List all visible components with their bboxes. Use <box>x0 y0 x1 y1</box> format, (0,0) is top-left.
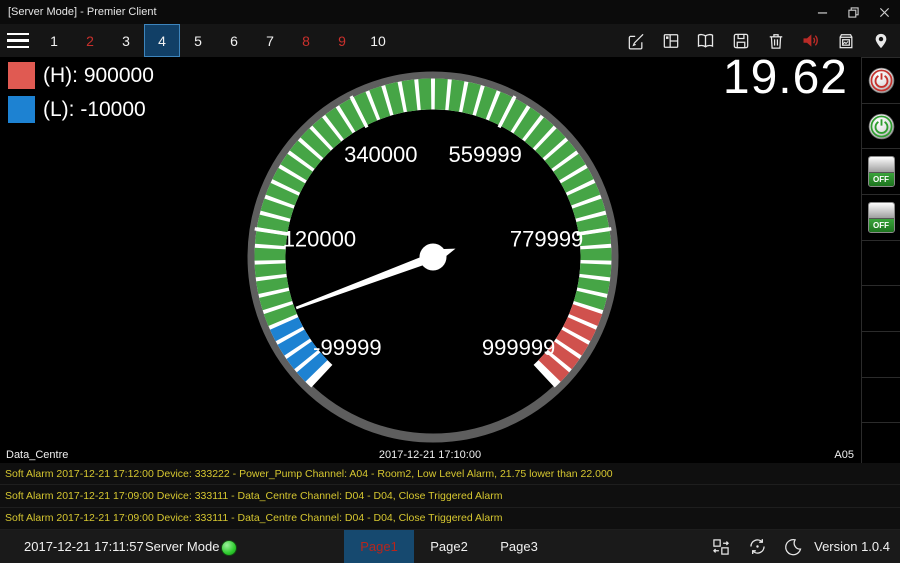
empty-cell <box>862 286 900 332</box>
svg-text:999999: 999999 <box>482 335 555 360</box>
window-title: [Server Mode] - Premier Client <box>0 6 157 18</box>
bottom-tab-page2[interactable]: Page2 <box>414 530 484 563</box>
bottom-tab-page3[interactable]: Page3 <box>484 530 554 563</box>
gauge-info-row: Data_Centre 2017-12-21 17:10:00 A05 <box>0 447 862 464</box>
clock: 2017-12-21 17:11:57 <box>24 530 144 563</box>
alarm-row[interactable]: Soft Alarm 2017-12-21 17:09:00 Device: 3… <box>0 508 900 530</box>
sync-button[interactable] <box>739 530 775 563</box>
page-tab-6[interactable]: 6 <box>216 24 252 57</box>
high-threshold-label: (H): 900000 <box>43 64 154 88</box>
control-side-panel: OFF OFF <box>861 57 900 469</box>
svg-text:120000: 120000 <box>283 227 356 252</box>
close-button[interactable] <box>869 0 900 24</box>
page-tab-1[interactable]: 1 <box>36 24 72 57</box>
svg-text:-99999: -99999 <box>313 335 382 360</box>
svg-text:779999: 779999 <box>510 227 583 252</box>
high-threshold-swatch <box>8 62 35 89</box>
channel-id: A05 <box>481 449 862 461</box>
location-pin-icon <box>871 31 891 51</box>
power-off-button[interactable] <box>867 66 896 95</box>
version-label: Version 1.0.4 <box>814 530 890 563</box>
high-threshold-row: (H): 900000 <box>8 62 154 89</box>
restore-button[interactable] <box>838 0 869 24</box>
page-tab-9[interactable]: 9 <box>324 24 360 57</box>
power-off-cell <box>862 58 900 104</box>
svg-text:559999: 559999 <box>448 142 521 167</box>
toggle-switch-2[interactable]: OFF <box>868 202 895 233</box>
empty-cell <box>862 332 900 378</box>
page-tab-8[interactable]: 8 <box>288 24 324 57</box>
swap-layout-icon <box>711 537 731 557</box>
empty-cell <box>862 241 900 287</box>
toggle-cell-2: OFF <box>862 195 900 241</box>
toggle-state-label: OFF <box>869 173 894 186</box>
alarm-list: Soft Alarm 2017-12-21 17:12:00 Device: 3… <box>0 463 900 530</box>
page-tab-10[interactable]: 10 <box>360 24 396 57</box>
page-tab-7[interactable]: 7 <box>252 24 288 57</box>
title-bar: [Server Mode] - Premier Client <box>0 0 900 24</box>
save-icon <box>731 31 751 51</box>
page-tab-4[interactable]: 4 <box>144 24 180 57</box>
toggle-switch-1[interactable]: OFF <box>868 156 895 187</box>
book-button[interactable] <box>688 24 723 57</box>
edit-button[interactable] <box>618 24 653 57</box>
server-mode-label: Server Mode <box>145 530 219 563</box>
toggle-cell-1: OFF <box>862 149 900 195</box>
menu-button[interactable] <box>0 24 36 57</box>
page-tab-2[interactable]: 2 <box>72 24 108 57</box>
toggle-knob <box>869 157 894 173</box>
night-mode-button[interactable] <box>775 530 811 563</box>
page-tab-5[interactable]: 5 <box>180 24 216 57</box>
power-on-cell <box>862 104 900 150</box>
trash-icon <box>766 31 786 51</box>
snapshot-icon <box>836 31 856 51</box>
alarm-row[interactable]: Soft Alarm 2017-12-21 17:12:00 Device: 3… <box>0 463 900 485</box>
threshold-legend: (H): 900000 (L): -10000 <box>8 62 154 130</box>
connection-status-dot <box>221 540 237 556</box>
power-on-button[interactable] <box>867 112 896 141</box>
location-button[interactable] <box>863 24 898 57</box>
empty-cell <box>862 378 900 424</box>
minimize-icon <box>817 7 828 18</box>
low-threshold-label: (L): -10000 <box>43 98 146 122</box>
page-switcher: Page1 Page2 Page3 <box>344 530 554 563</box>
gauge-timestamp: 2017-12-21 17:10:00 <box>379 449 481 461</box>
sync-icon <box>747 536 768 557</box>
edit-icon <box>626 31 646 51</box>
device-name: Data_Centre <box>0 449 379 461</box>
toggle-state-label: OFF <box>869 219 894 232</box>
close-icon <box>879 7 890 18</box>
bottom-tab-page1[interactable]: Page1 <box>344 530 414 563</box>
low-threshold-swatch <box>8 96 35 123</box>
page-tab-3[interactable]: 3 <box>108 24 144 57</box>
status-bar-icons <box>703 530 811 563</box>
svg-text:340000: 340000 <box>344 142 417 167</box>
moon-icon <box>783 537 803 557</box>
book-icon <box>695 30 716 51</box>
layout-icon <box>661 31 681 51</box>
speaker-icon <box>800 30 821 51</box>
low-threshold-row: (L): -10000 <box>8 96 154 123</box>
alarm-row[interactable]: Soft Alarm 2017-12-21 17:09:00 Device: 3… <box>0 485 900 507</box>
gauge-dial: -99999 120000 340000 559999 779999 999999 <box>230 54 636 460</box>
current-value-readout: 19.62 <box>723 50 848 105</box>
minimize-button[interactable] <box>807 0 838 24</box>
restore-icon <box>848 7 859 18</box>
layout-button[interactable] <box>653 24 688 57</box>
swap-layout-button[interactable] <box>703 530 739 563</box>
window-controls <box>807 0 900 24</box>
status-bar: 2017-12-21 17:11:57 Server Mode Page1 Pa… <box>0 530 900 563</box>
toggle-knob <box>869 203 894 219</box>
